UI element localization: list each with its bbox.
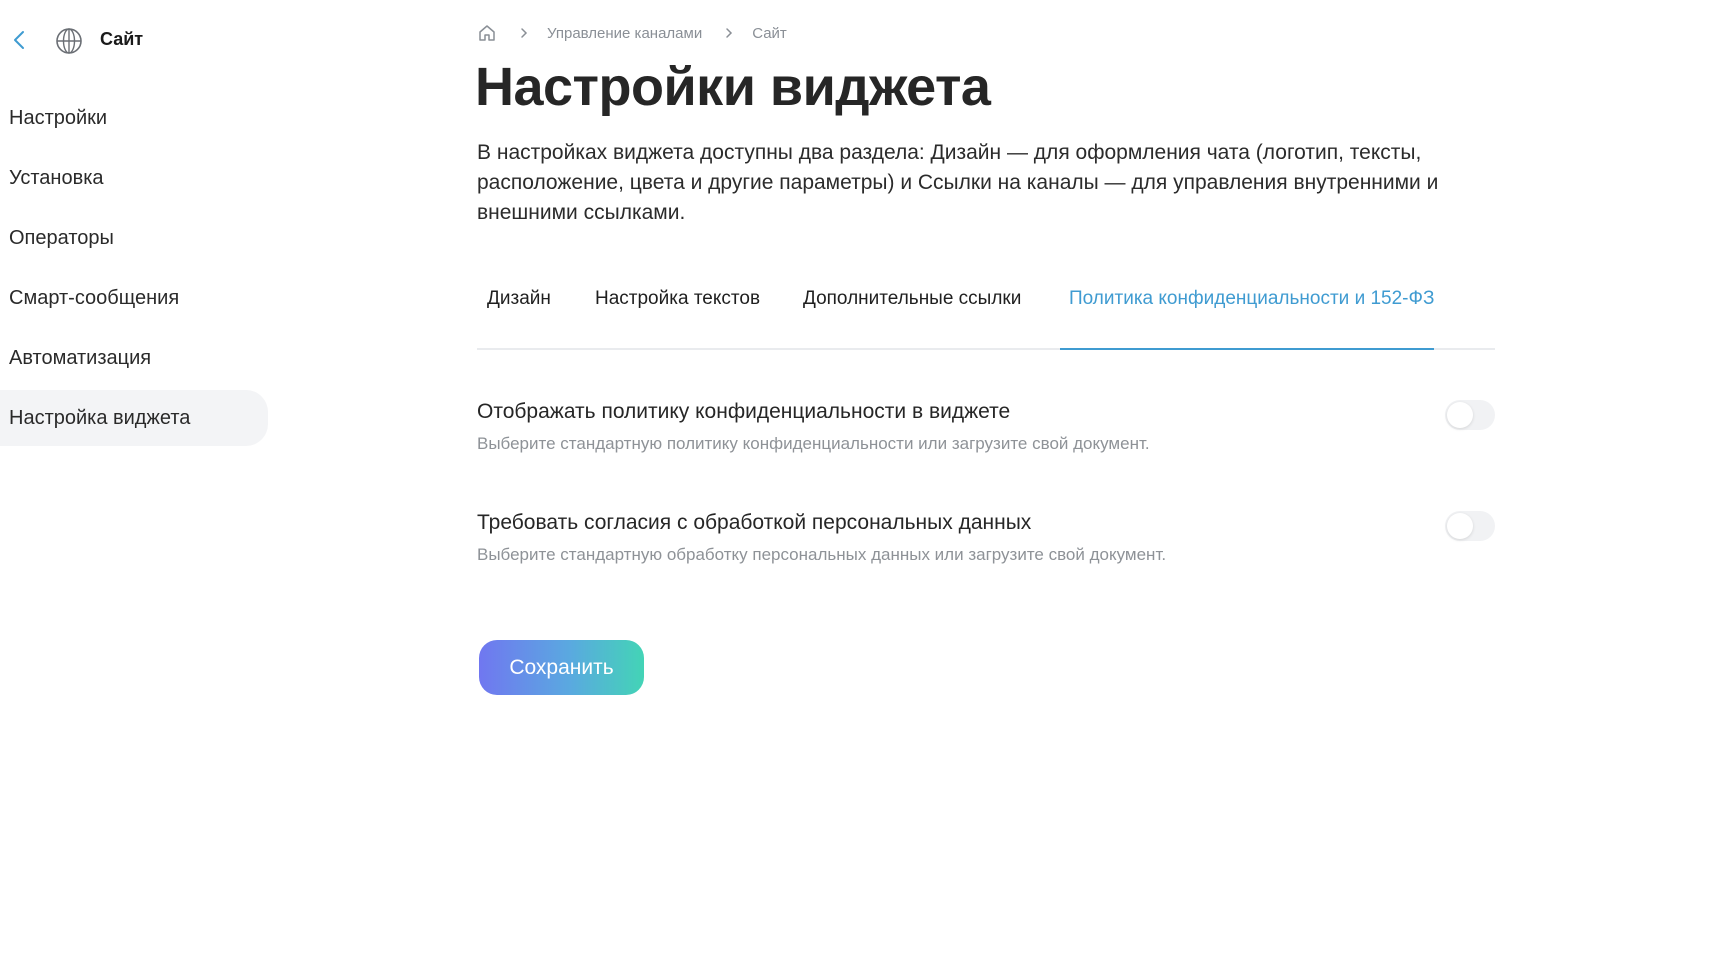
chevron-right-icon (517, 26, 531, 40)
sidebar-nav: Настройки Установка Операторы Смарт-сооб… (0, 90, 270, 450)
chevron-left-icon[interactable] (8, 28, 32, 52)
sidebar: Сайт Настройки Установка Операторы Смарт… (0, 0, 280, 968)
sidebar-item-operators[interactable]: Операторы (0, 210, 268, 266)
page-description: В настройках виджета доступны два раздел… (477, 141, 1439, 224)
setting-title: Отображать политику конфиденциальности в… (477, 400, 1011, 423)
sidebar-item-widget-settings[interactable]: Настройка виджета (0, 390, 268, 446)
tab-design[interactable]: Дизайн (487, 288, 551, 350)
privacy-policy-toggle[interactable] (1445, 400, 1495, 430)
toggle-knob (1447, 513, 1473, 539)
save-button[interactable]: Сохранить (479, 640, 644, 695)
app-root: Сайт Настройки Установка Операторы Смарт… (0, 0, 1735, 968)
sidebar-item-settings[interactable]: Настройки (0, 90, 268, 146)
globe-icon (54, 26, 84, 56)
sidebar-header: Сайт (0, 20, 280, 60)
sidebar-item-automation[interactable]: Автоматизация (0, 330, 268, 386)
personal-data-consent-toggle[interactable] (1445, 511, 1495, 541)
setting-title: Требовать согласия с обработкой персонал… (477, 511, 1032, 534)
tab-bar: Дизайн Настройка текстов Дополнительные … (477, 272, 1495, 350)
toggle-knob (1447, 402, 1473, 428)
tab-privacy-policy[interactable]: Политика конфиденциальности и 152-ФЗ (1069, 288, 1434, 350)
breadcrumb-channels-link[interactable]: Управление каналами (547, 25, 702, 42)
breadcrumb-current: Сайт (752, 24, 787, 42)
sidebar-item-smart-messages[interactable]: Смарт-сообщения (0, 270, 268, 326)
home-icon[interactable] (477, 23, 497, 43)
sidebar-title: Сайт (100, 29, 144, 49)
setting-show-privacy-policy: Отображать политику конфиденциальности в… (477, 400, 1495, 454)
setting-description: Выберите стандартную политику конфиденци… (477, 434, 1150, 453)
sidebar-item-installation[interactable]: Установка (0, 150, 268, 206)
setting-require-consent: Требовать согласия с обработкой персонал… (477, 511, 1495, 565)
tab-additional-links[interactable]: Дополнительные ссылки (803, 288, 1021, 350)
chevron-right-icon (722, 26, 736, 40)
tab-text-settings[interactable]: Настройка текстов (595, 288, 760, 350)
active-tab-indicator (1060, 348, 1434, 350)
page-title: Настройки виджета (475, 57, 991, 117)
breadcrumb: Управление каналами Сайт (477, 22, 787, 44)
setting-description: Выберите стандартную обработку персональ… (477, 545, 1167, 564)
